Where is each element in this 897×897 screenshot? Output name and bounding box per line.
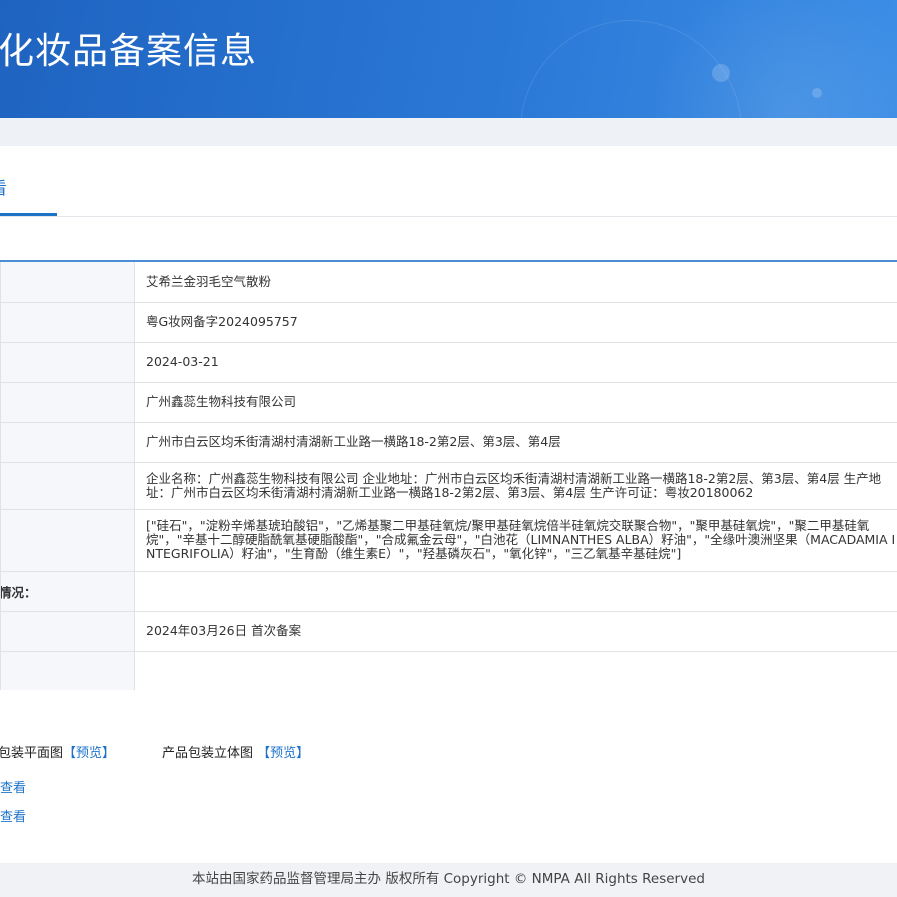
package-flat-item: 包装平面图【预览】 bbox=[0, 742, 115, 761]
field-label-cell: 情况： bbox=[0, 570, 135, 612]
footer: 本站由国家药品监督管理局主办 版权所有 Copyright © NMPA All… bbox=[0, 863, 897, 897]
package-flat-preview-link[interactable]: 【预览】 bbox=[63, 746, 115, 761]
field-label-cell bbox=[0, 421, 135, 463]
field-value: 广州鑫蕊生物科技有限公司 bbox=[134, 381, 897, 423]
field-label-cell bbox=[0, 650, 135, 692]
field-label-cell bbox=[0, 341, 135, 383]
table-row: 2024年03月26日 首次备案 bbox=[0, 610, 897, 652]
field-label-cell bbox=[0, 508, 135, 572]
field-value: ["硅石"，"淀粉辛烯基琥珀酸铝"，"乙烯基聚二甲基硅氧烷/聚甲基硅氧烷倍半硅氧… bbox=[134, 508, 897, 572]
field-value bbox=[134, 650, 897, 692]
table-row: 企业名称：广州鑫蕊生物科技有限公司 企业地址：广州市白云区均禾街清湖村清湖新工业… bbox=[0, 461, 897, 510]
field-label: 情况： bbox=[0, 584, 37, 600]
spacer bbox=[0, 217, 897, 260]
package-stereo-item: 产品包装立体图 【预览】 bbox=[162, 742, 309, 761]
package-stereo-preview-link[interactable]: 【预览】 bbox=[257, 746, 309, 761]
header-banner: 化妆品备案信息 bbox=[0, 0, 897, 118]
field-value: 广州市白云区均禾街清湖村清湖新工业路一横路18-2第2层、第3层、第4层 bbox=[134, 421, 897, 463]
banner-decoration-dot bbox=[812, 88, 822, 98]
tab-active-indicator bbox=[0, 213, 57, 216]
field-value: 粤G妆网备字2024095757 bbox=[134, 301, 897, 343]
field-value: 企业名称：广州鑫蕊生物科技有限公司 企业地址：广州市白云区均禾街清湖村清湖新工业… bbox=[134, 461, 897, 510]
tab-active[interactable]: 看 bbox=[0, 174, 7, 199]
table-row: 艾希兰金羽毛空气散粉 bbox=[0, 260, 897, 303]
table-row: 情况： bbox=[0, 570, 897, 612]
field-value bbox=[134, 570, 897, 612]
field-value: 艾希兰金羽毛空气散粉 bbox=[134, 260, 897, 303]
package-stereo-label: 产品包装立体图 bbox=[162, 746, 258, 761]
field-value: 2024-03-21 bbox=[134, 341, 897, 383]
table-row: 粤G妆网备字2024095757 bbox=[0, 301, 897, 343]
table-row: 2024-03-21 bbox=[0, 341, 897, 383]
table-row: ["硅石"，"淀粉辛烯基琥珀酸铝"，"乙烯基聚二甲基硅氧烷/聚甲基硅氧烷倍半硅氧… bbox=[0, 508, 897, 572]
table-row: 广州鑫蕊生物科技有限公司 bbox=[0, 381, 897, 423]
view-link[interactable]: 查看 bbox=[0, 777, 26, 796]
table-row: 广州市白云区均禾街清湖村清湖新工业路一横路18-2第2层、第3层、第4层 bbox=[0, 421, 897, 463]
page-title: 化妆品备案信息 bbox=[0, 31, 258, 72]
record-detail-table: 艾希兰金羽毛空气散粉 粤G妆网备字2024095757 2024-03-21 广州鑫蕊… bbox=[0, 260, 897, 692]
field-label-cell bbox=[0, 381, 135, 423]
package-flat-label: 包装平面图 bbox=[0, 746, 64, 761]
field-label-cell bbox=[0, 301, 135, 343]
banner-decoration-dot bbox=[712, 64, 730, 82]
attachments-section bbox=[0, 690, 897, 865]
footer-copyright: 本站由国家药品监督管理局主办 版权所有 Copyright © NMPA All… bbox=[192, 871, 705, 887]
field-value: 2024年03月26日 首次备案 bbox=[134, 610, 897, 652]
tab-bar: 看 bbox=[0, 146, 897, 217]
field-label-cell bbox=[0, 610, 135, 652]
section-divider bbox=[0, 118, 897, 146]
table-row bbox=[0, 650, 897, 692]
field-label-cell bbox=[0, 260, 135, 303]
field-label-cell bbox=[0, 461, 135, 510]
view-link[interactable]: 查看 bbox=[0, 806, 26, 825]
